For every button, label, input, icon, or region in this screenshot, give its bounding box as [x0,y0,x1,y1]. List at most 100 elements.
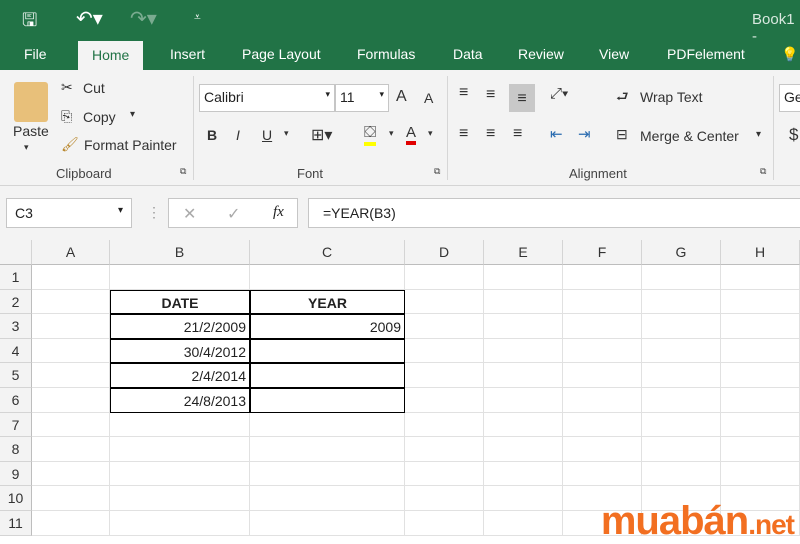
cell-b2[interactable]: DATE [110,289,250,315]
column-header-f[interactable]: F [563,240,642,265]
italic-button[interactable]: I [236,127,240,143]
cell-h6[interactable] [721,388,800,413]
cell-b5[interactable]: 2/4/2014 [110,363,250,388]
redo-icon[interactable]: ↷▾ [130,6,157,31]
cell-g1[interactable] [642,265,721,290]
cut-button[interactable]: Cut [83,80,105,96]
cell-g4[interactable] [642,338,721,364]
cell-g9[interactable] [642,461,721,487]
cell-g8[interactable] [642,437,721,462]
tab-review[interactable]: Review [518,46,564,62]
cell-f5[interactable] [563,363,642,388]
enter-icon[interactable]: ✓ [227,204,240,224]
cell-g7[interactable] [642,412,721,438]
tab-formulas[interactable]: Formulas [357,46,415,62]
cell-d9[interactable] [405,461,484,487]
undo-icon[interactable]: ↶▾ [76,6,103,31]
font-name-select[interactable]: Calibri ▾ [199,84,335,112]
cell-h2[interactable] [721,289,800,315]
cell-f9[interactable] [563,461,642,487]
cell-e2[interactable] [484,289,563,315]
grow-font-button[interactable]: A [396,88,407,106]
cell-h7[interactable] [721,412,800,438]
cell-f4[interactable] [563,338,642,364]
row-header-4[interactable]: 4 [0,338,32,364]
select-all-button[interactable] [0,240,32,265]
insert-function-button[interactable]: fx [273,204,284,221]
tab-file[interactable]: File [24,46,47,62]
cell-c3[interactable]: 2009 [250,314,405,339]
cut-icon[interactable]: ✂ [61,79,73,96]
cell-d8[interactable] [405,437,484,462]
merge-center-icon[interactable]: ⊟ [616,126,628,143]
cell-b3[interactable]: 21/2/2009 [110,314,250,339]
cell-c2[interactable]: YEAR [250,289,405,315]
copy-dropdown-icon[interactable]: ▾ [130,109,135,120]
dialog-launcher-icon[interactable]: ⧉ [760,166,766,177]
row-header-5[interactable]: 5 [0,363,32,388]
merge-dropdown-icon[interactable]: ▾ [756,129,761,140]
cell-f2[interactable] [563,289,642,315]
column-header-g[interactable]: G [642,240,721,265]
cell-c10[interactable] [250,486,405,511]
row-header-2[interactable]: 2 [0,289,32,315]
increase-indent-icon[interactable]: ⇥ [578,125,591,143]
cell-b8[interactable] [110,437,250,462]
row-header-7[interactable]: 7 [0,412,32,438]
fill-color-dropdown-icon[interactable]: ▾ [389,128,394,139]
row-header-11[interactable]: 11 [0,511,32,536]
cell-c7[interactable] [250,412,405,438]
fill-color-icon[interactable]: ⛋ [364,124,377,146]
tab-pdfelement[interactable]: PDFelement [667,46,745,62]
font-size-select[interactable]: 11 ▾ [335,84,389,112]
cell-d6[interactable] [405,388,484,413]
cell-d10[interactable] [405,486,484,511]
copy-icon[interactable]: ⎘ [61,108,72,125]
cell-a8[interactable] [32,437,110,462]
cell-e9[interactable] [484,461,563,487]
cell-h8[interactable] [721,437,800,462]
cell-d5[interactable] [405,363,484,388]
paste-icon[interactable] [14,82,48,122]
cell-g5[interactable] [642,363,721,388]
cell-h9[interactable] [721,461,800,487]
cell-e8[interactable] [484,437,563,462]
cell-d11[interactable] [405,511,484,536]
row-header-1[interactable]: 1 [0,265,32,290]
copy-button[interactable]: Copy [83,109,116,125]
cell-a9[interactable] [32,461,110,487]
tab-page-layout[interactable]: Page Layout [242,46,321,62]
cell-f1[interactable] [563,265,642,290]
cell-a5[interactable] [32,363,110,388]
currency-button[interactable]: $ [789,125,798,145]
formula-input[interactable]: =YEAR(B3) [308,198,800,228]
row-header-10[interactable]: 10 [0,486,32,511]
tab-home[interactable]: Home [78,41,144,70]
dialog-launcher-icon[interactable]: ⧉ [180,166,186,177]
cell-a10[interactable] [32,486,110,511]
cell-c8[interactable] [250,437,405,462]
column-header-h[interactable]: H [721,240,800,265]
column-header-c[interactable]: C [250,240,405,265]
cell-b10[interactable] [110,486,250,511]
decrease-indent-icon[interactable]: ⇤ [550,125,563,143]
cell-a1[interactable] [32,265,110,290]
cell-a2[interactable] [32,289,110,315]
cell-b9[interactable] [110,461,250,487]
tab-view[interactable]: View [599,46,629,62]
font-color-button[interactable]: A [406,124,417,145]
cell-f8[interactable] [563,437,642,462]
number-format-select[interactable]: Ge [779,84,800,112]
wrap-text-button[interactable]: Wrap Text [640,89,703,105]
cell-d3[interactable] [405,314,484,339]
orientation-icon[interactable]: ⤢▾ [550,85,568,102]
cell-e7[interactable] [484,412,563,438]
row-header-8[interactable]: 8 [0,437,32,462]
underline-dropdown-icon[interactable]: ▾ [284,128,289,139]
cell-e1[interactable] [484,265,563,290]
cell-h5[interactable] [721,363,800,388]
cell-h4[interactable] [721,338,800,364]
underline-button[interactable]: U [262,127,272,143]
merge-center-button[interactable]: Merge & Center [640,128,739,144]
cell-e10[interactable] [484,486,563,511]
